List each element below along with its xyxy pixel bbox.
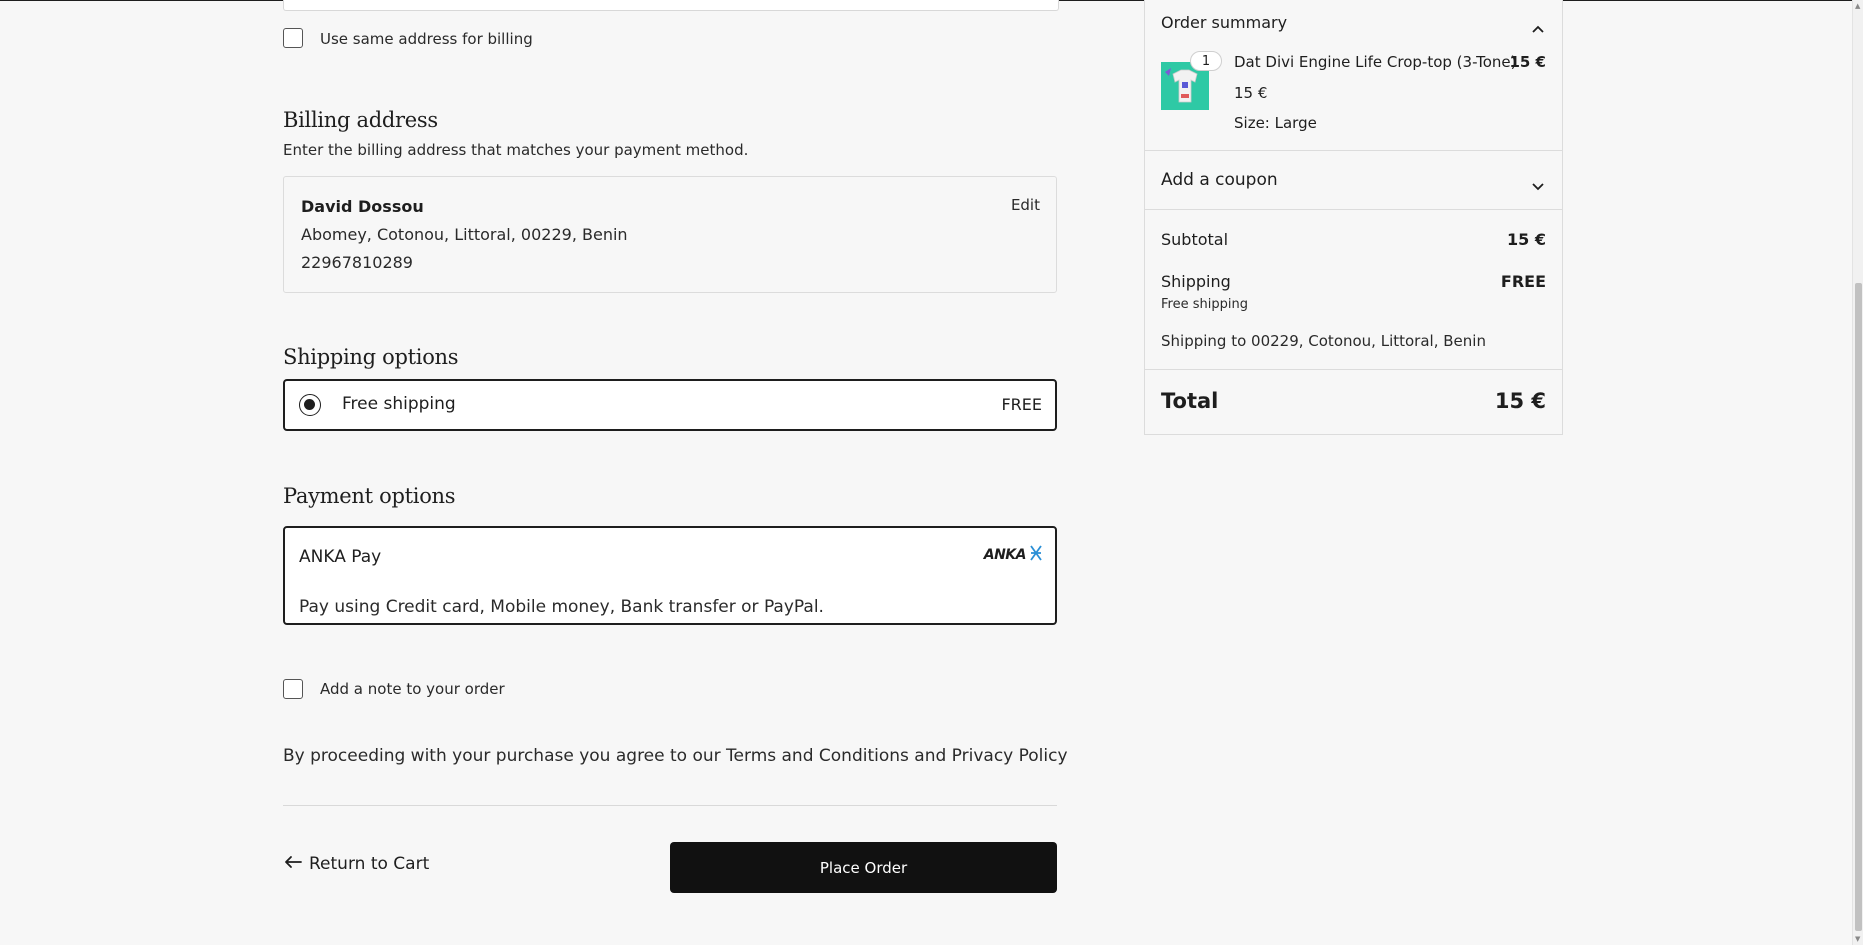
shipping-label: Shipping xyxy=(1161,272,1231,291)
summary-divider xyxy=(1145,150,1562,151)
shipping-options-heading: Shipping options xyxy=(283,345,459,369)
item-line-price: 15 € xyxy=(1509,53,1546,71)
billing-phone: 22967810289 xyxy=(301,253,413,272)
payment-options-heading: Payment options xyxy=(283,484,456,508)
summary-divider xyxy=(1145,369,1562,370)
shipping-radio[interactable] xyxy=(299,394,321,416)
anka-pay-logo: ANKA xyxy=(984,544,1043,566)
scrollbar-thumb[interactable] xyxy=(1855,283,1862,931)
return-to-cart-link[interactable]: Return to Cart xyxy=(283,854,429,874)
chevron-up-icon[interactable] xyxy=(1532,18,1544,37)
same-address-checkbox[interactable] xyxy=(283,28,303,48)
item-name: Dat Divi Engine Life Crop-top (3-Tone) xyxy=(1234,53,1517,71)
place-order-button[interactable]: Place Order xyxy=(670,842,1057,893)
return-to-cart-label: Return to Cart xyxy=(309,854,430,874)
add-coupon-toggle[interactable]: Add a coupon xyxy=(1161,170,1278,190)
anka-symbol-icon xyxy=(1029,544,1043,566)
subtotal-value: 15 € xyxy=(1507,230,1546,249)
shipping-value: FREE xyxy=(1500,272,1546,291)
edit-billing-button[interactable]: Edit xyxy=(1011,196,1040,214)
order-summary-title: Order summary xyxy=(1161,13,1288,32)
shipping-option-free[interactable]: Free shipping FREE xyxy=(283,379,1057,431)
page-scrollbar[interactable]: ▲ ▼ xyxy=(1852,0,1863,945)
shipping-option-price: FREE xyxy=(1001,395,1042,414)
item-size: Size: Large xyxy=(1234,114,1317,132)
total-value: 15 € xyxy=(1494,389,1546,413)
billing-address-line: Abomey, Cotonou, Littoral, 00229, Benin xyxy=(301,225,628,244)
order-note-label: Add a note to your order xyxy=(320,680,505,698)
actions-divider xyxy=(283,805,1057,806)
billing-name: David Dossou xyxy=(301,197,424,216)
chevron-down-icon[interactable] xyxy=(1532,176,1544,195)
item-quantity-badge: 1 xyxy=(1190,51,1222,71)
same-address-label: Use same address for billing xyxy=(320,30,533,48)
scroll-down-icon[interactable]: ▼ xyxy=(1855,935,1860,943)
previous-address-field[interactable] xyxy=(283,0,1059,11)
shipping-destination: Shipping to 00229, Cotonou, Littoral, Be… xyxy=(1161,332,1486,350)
order-summary-panel: Order summary 1 Dat Divi Engine Life Cro… xyxy=(1144,0,1563,435)
total-label: Total xyxy=(1161,389,1219,413)
anka-logo-text: ANKA xyxy=(983,547,1027,563)
subtotal-label: Subtotal xyxy=(1161,230,1229,249)
shipping-option-label: Free shipping xyxy=(342,394,456,414)
payment-option-anka[interactable]: ANKA Pay ANKA Pay using Credit card, Mob… xyxy=(283,526,1057,625)
payment-method-description: Pay using Credit card, Mobile money, Ban… xyxy=(299,597,824,617)
billing-address-card: David Dossou Abomey, Cotonou, Littoral, … xyxy=(283,176,1057,293)
shipping-method-note: Free shipping xyxy=(1161,297,1248,312)
payment-method-label: ANKA Pay xyxy=(299,547,382,567)
billing-address-heading: Billing address xyxy=(283,108,438,132)
terms-notice: By proceeding with your purchase you agr… xyxy=(283,746,1068,766)
order-note-checkbox[interactable] xyxy=(283,679,303,699)
scroll-up-icon[interactable]: ▲ xyxy=(1855,2,1860,10)
summary-divider xyxy=(1145,209,1562,210)
billing-address-subtitle: Enter the billing address that matches y… xyxy=(283,141,749,159)
arrow-left-icon xyxy=(283,854,303,874)
item-unit-price: 15 € xyxy=(1234,84,1268,102)
